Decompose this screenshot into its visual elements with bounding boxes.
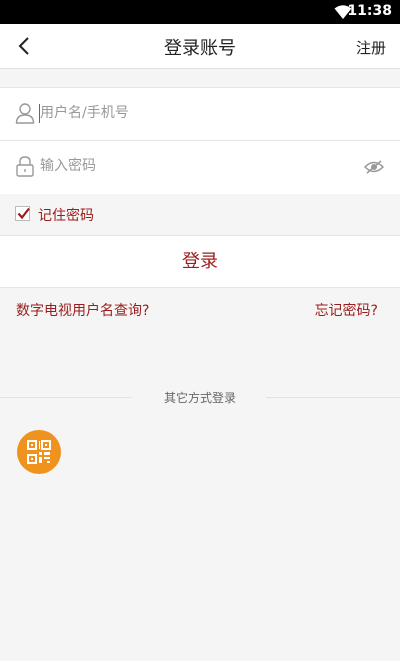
remember-password-label[interactable]: 记住密码 bbox=[38, 205, 94, 225]
password-row bbox=[0, 140, 400, 193]
forgot-password-link[interactable]: 忘记密码? bbox=[315, 300, 378, 320]
other-login-divider: 其它方式登录 bbox=[0, 389, 400, 405]
user-icon bbox=[15, 103, 35, 124]
link-row: 数字电视用户名查询? 忘记密码? bbox=[0, 300, 400, 320]
remember-password-row: 记住密码 bbox=[0, 194, 400, 234]
lock-icon bbox=[16, 156, 34, 177]
checkmark-icon bbox=[17, 207, 30, 220]
register-button[interactable]: 注册 bbox=[356, 37, 386, 58]
status-time: 11:38 bbox=[347, 3, 392, 19]
eye-hidden-icon[interactable] bbox=[364, 159, 384, 175]
qr-login-button[interactable] bbox=[17, 430, 61, 474]
nav-bar: 登录账号 注册 bbox=[0, 24, 400, 69]
status-bar: 11:38 bbox=[0, 0, 400, 24]
username-input[interactable] bbox=[40, 98, 360, 128]
username-row bbox=[0, 88, 400, 140]
query-username-link[interactable]: 数字电视用户名查询? bbox=[16, 300, 149, 320]
remember-password-checkbox[interactable] bbox=[15, 206, 30, 221]
qr-code-icon bbox=[27, 440, 51, 464]
password-input[interactable] bbox=[40, 151, 360, 181]
login-button[interactable]: 登录 bbox=[0, 235, 400, 288]
login-form bbox=[0, 87, 400, 195]
text-cursor bbox=[39, 104, 40, 123]
page-title: 登录账号 bbox=[164, 38, 236, 59]
divider-line-right bbox=[266, 397, 400, 398]
